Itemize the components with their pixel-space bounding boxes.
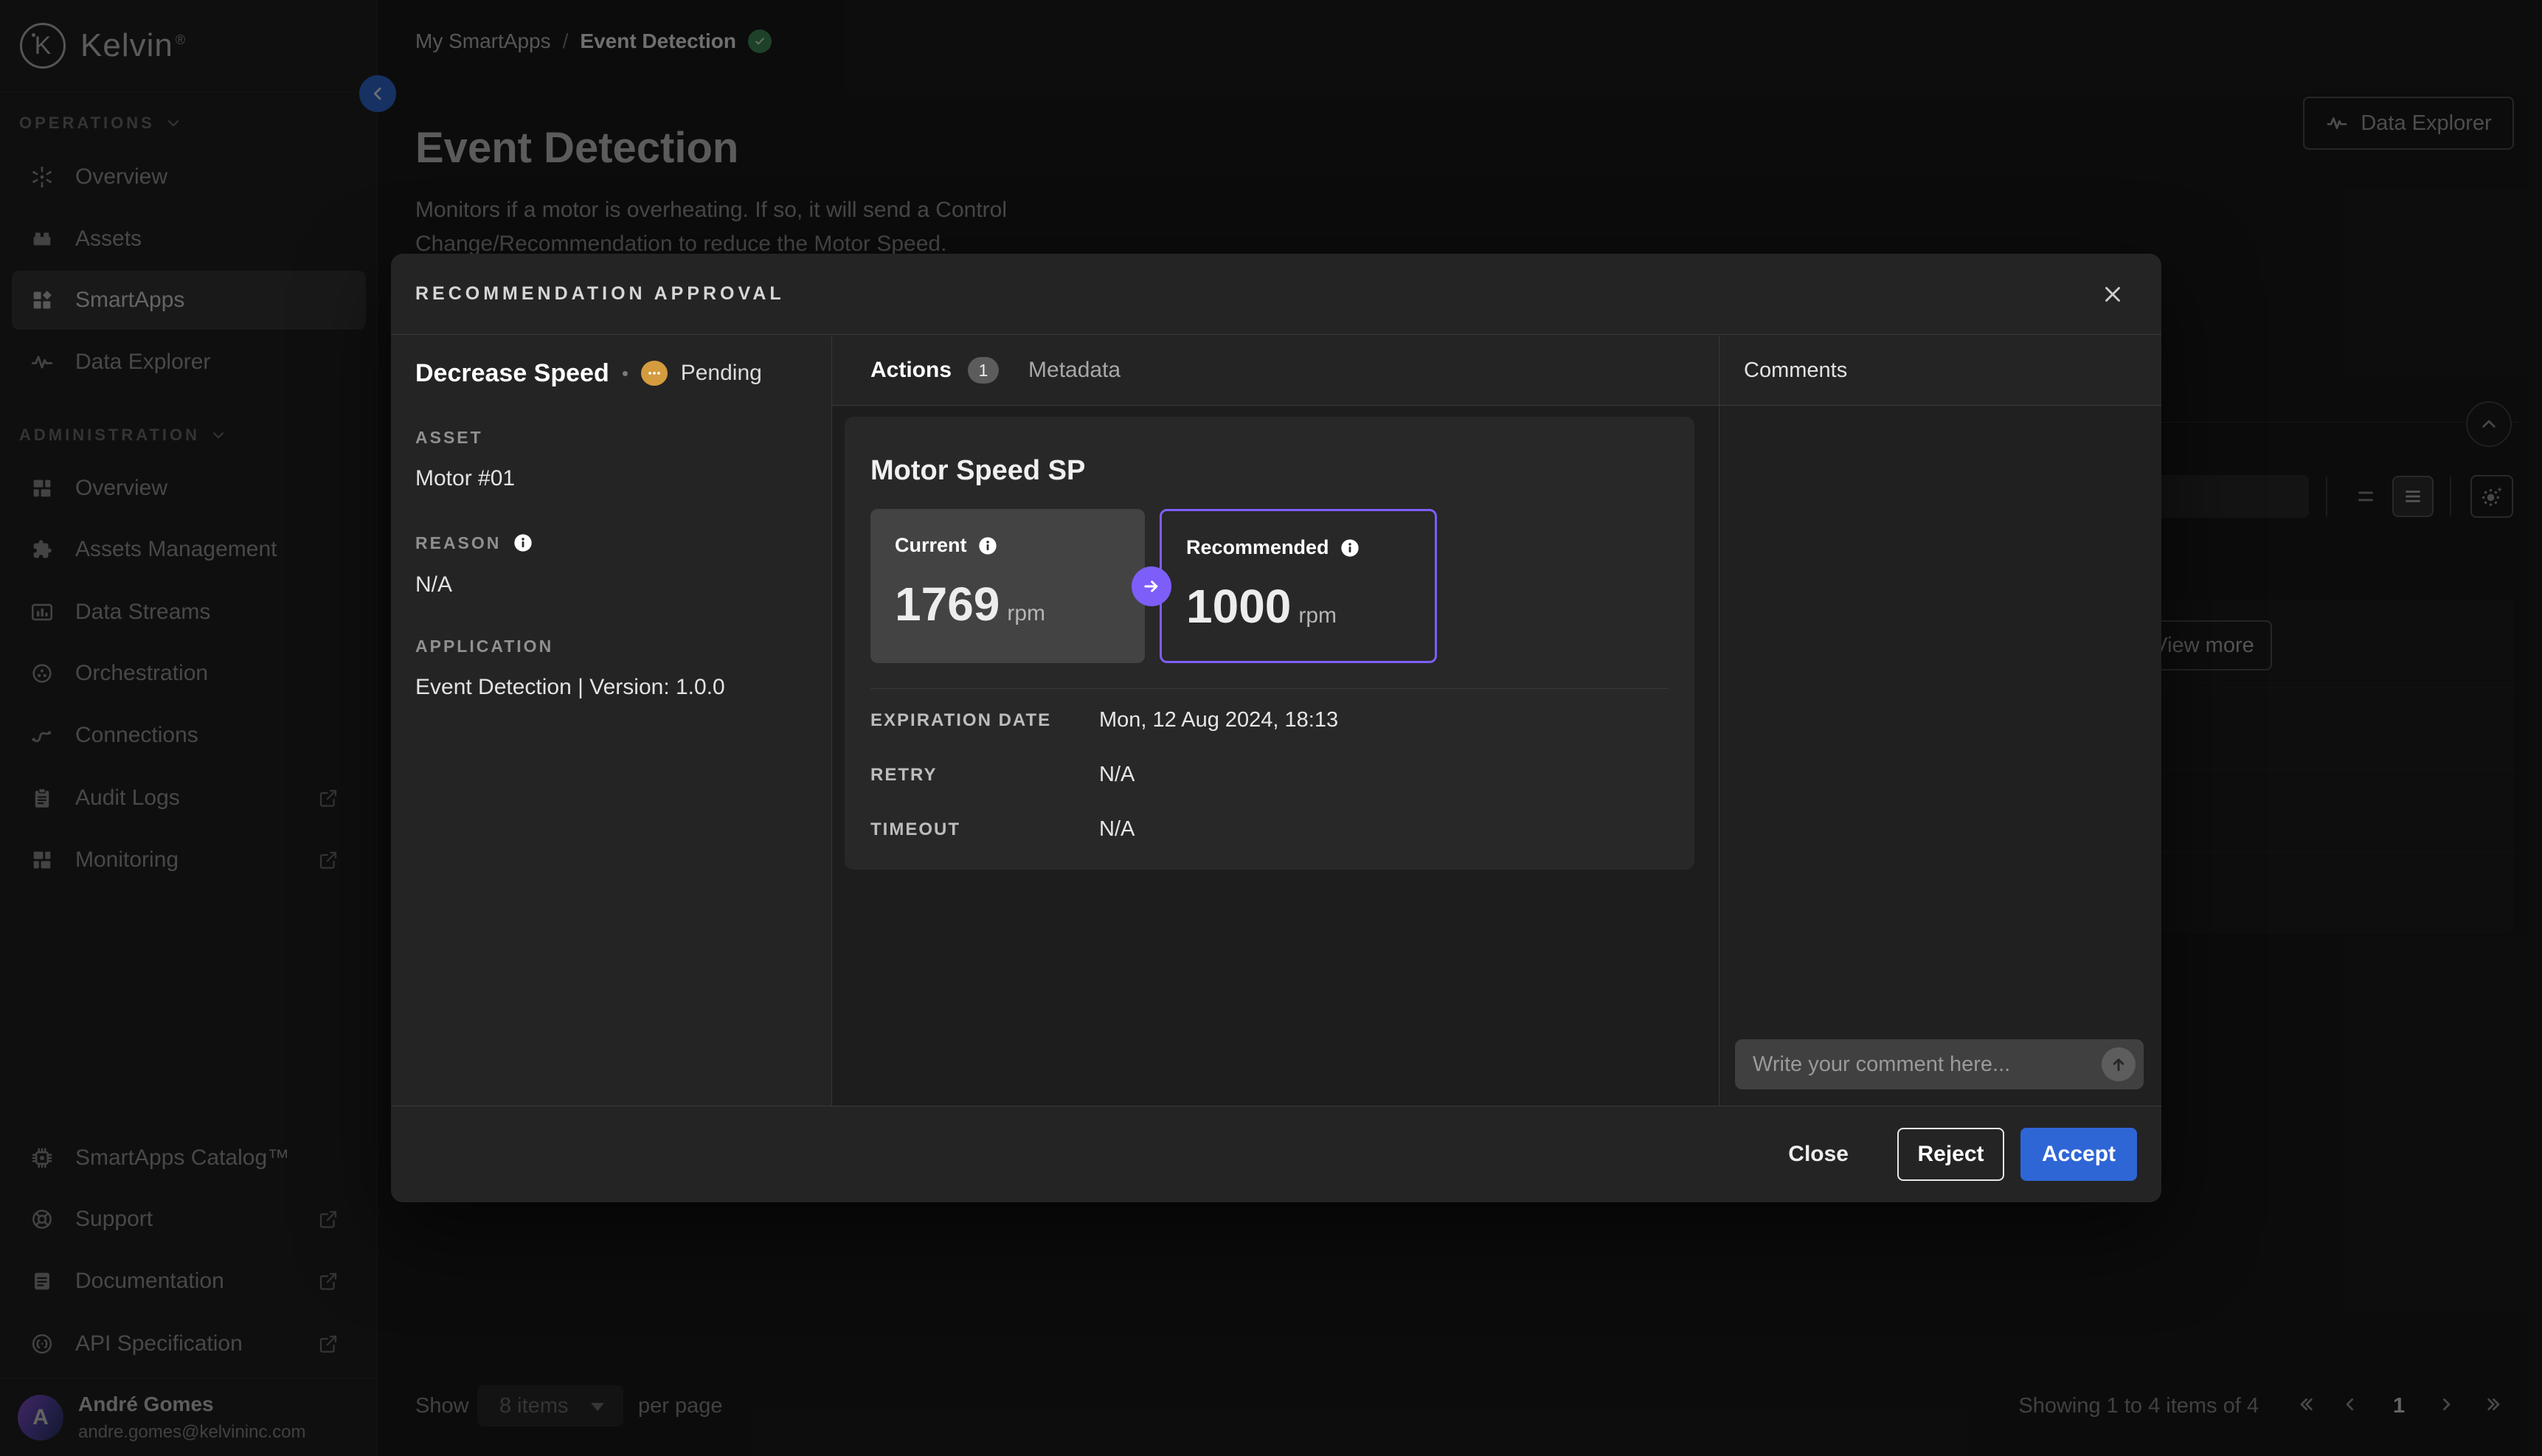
timeout-label: TIMEOUT bbox=[870, 819, 960, 840]
send-comment-button[interactable] bbox=[2102, 1047, 2136, 1081]
recommended-value-box: Recommended 1000 rpm bbox=[1160, 509, 1437, 663]
comment-input[interactable] bbox=[1735, 1039, 2144, 1089]
recommended-value: 1000 bbox=[1186, 583, 1291, 630]
close-button[interactable] bbox=[2096, 278, 2129, 311]
timeout-value: N/A bbox=[1099, 817, 1135, 842]
tab-actions[interactable]: Actions bbox=[870, 358, 952, 383]
modal-title: RECOMMENDATION APPROVAL bbox=[415, 283, 785, 305]
info-icon[interactable] bbox=[513, 533, 533, 553]
reason-value: N/A bbox=[415, 572, 452, 597]
arrow-up-icon bbox=[2108, 1054, 2129, 1075]
action-card: Motor Speed SP Current 1769 rpm Recommen… bbox=[845, 417, 1694, 870]
recommendation-approval-modal: RECOMMENDATION APPROVAL Decrease Speed P… bbox=[391, 254, 2161, 1202]
retry-label: RETRY bbox=[870, 765, 937, 786]
action-card-title: Motor Speed SP bbox=[870, 455, 1085, 487]
pending-ellipsis-icon bbox=[641, 361, 668, 386]
info-icon[interactable] bbox=[977, 535, 998, 556]
current-value: 1769 bbox=[895, 580, 1000, 628]
comment-input-wrap bbox=[1735, 1039, 2144, 1089]
application-value: Event Detection | Version: 1.0.0 bbox=[415, 675, 725, 700]
actions-count-badge: 1 bbox=[968, 357, 999, 384]
arrow-right-icon bbox=[1132, 566, 1171, 606]
recommended-unit: rpm bbox=[1298, 603, 1337, 628]
expiration-value: Mon, 12 Aug 2024, 18:13 bbox=[1099, 708, 1338, 732]
retry-value: N/A bbox=[1099, 763, 1135, 787]
recommendation-name: Decrease Speed bbox=[415, 359, 609, 388]
expiration-label: EXPIRATION DATE bbox=[870, 710, 1051, 731]
close-modal-button[interactable]: Close bbox=[1784, 1141, 1853, 1168]
comments-panel bbox=[1720, 406, 2161, 1106]
accept-button[interactable]: Accept bbox=[2020, 1128, 2137, 1181]
modal-tabs: Actions 1 Metadata bbox=[831, 336, 1719, 406]
recommended-label: Recommended bbox=[1186, 536, 1329, 559]
current-value-box: Current 1769 rpm bbox=[870, 509, 1145, 663]
comments-title: Comments bbox=[1720, 336, 2161, 406]
close-icon bbox=[2100, 282, 2125, 307]
modal-header: RECOMMENDATION APPROVAL bbox=[391, 254, 2161, 335]
application-label: APPLICATION bbox=[415, 637, 553, 656]
reject-button[interactable]: Reject bbox=[1897, 1128, 2004, 1181]
current-label: Current bbox=[895, 534, 967, 557]
app-root: K Kelvin® OPERATIONS Overview Assets Sma… bbox=[0, 0, 2542, 1456]
current-unit: rpm bbox=[1007, 601, 1045, 626]
asset-value: Motor #01 bbox=[415, 466, 515, 491]
recommendation-summary-header: Decrease Speed Pending bbox=[415, 356, 762, 391]
tab-metadata[interactable]: Metadata bbox=[1028, 358, 1121, 383]
info-icon[interactable] bbox=[1340, 538, 1360, 558]
dot-separator-icon bbox=[623, 371, 628, 376]
reason-label: REASON bbox=[415, 533, 533, 553]
divider bbox=[870, 688, 1669, 689]
status-label: Pending bbox=[681, 361, 762, 386]
asset-label: ASSET bbox=[415, 428, 483, 448]
modal-footer: Close Reject Accept bbox=[391, 1106, 2161, 1202]
